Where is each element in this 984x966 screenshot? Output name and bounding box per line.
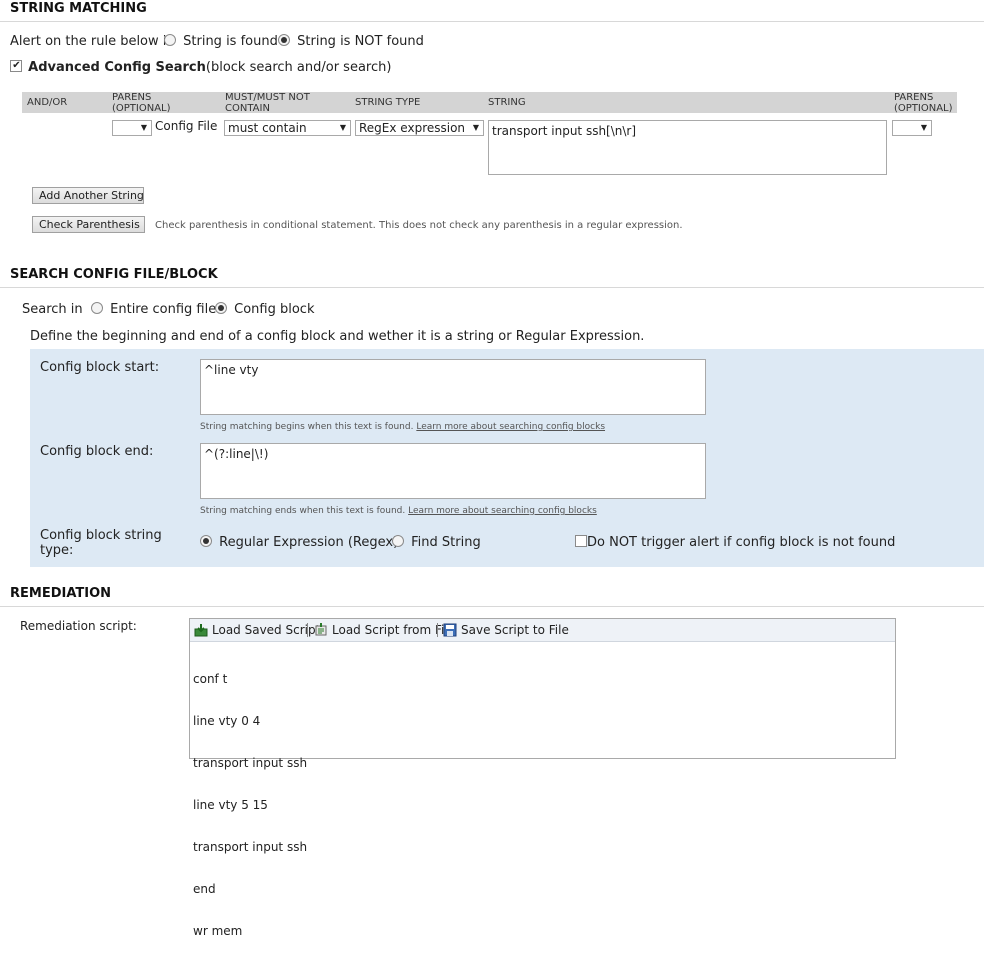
save-script-to-file-button[interactable]: Save Script to File — [443, 622, 569, 638]
learn-more-config-blocks-link[interactable]: Learn more about searching config blocks — [416, 422, 605, 432]
radio-entire-config-label: Entire config file — [110, 302, 217, 317]
col-header-parens-open-optional: (OPTIONAL) — [112, 103, 171, 114]
config-block-end-label: Config block end: — [40, 444, 154, 459]
config-block-type-label-line1: Config block string — [40, 528, 162, 543]
chevron-down-icon: ▼ — [920, 123, 927, 132]
advanced-config-search-suffix: (block search and/or search) — [205, 60, 392, 75]
add-another-string-button[interactable]: Add Another String — [32, 187, 144, 204]
radio-regex-label: Regular Expression (Regex) — [219, 535, 399, 550]
script-line: end — [193, 882, 216, 896]
radio-find-string-control[interactable] — [392, 535, 404, 547]
remediation-editor: Load Saved Script Load Script from File … — [189, 618, 896, 938]
col-header-parens-close: PARENS — [894, 92, 934, 103]
section-heading-remediation: REMEDIATION — [0, 585, 984, 607]
learn-more-config-blocks-link[interactable]: Learn more about searching config blocks — [408, 506, 597, 516]
col-header-string: STRING — [488, 97, 526, 108]
radio-string-not-found-control[interactable] — [278, 34, 290, 46]
radio-string-found-control[interactable] — [164, 34, 176, 46]
toolbar-divider — [307, 623, 308, 637]
open-paren-select[interactable]: ▼ — [112, 120, 152, 136]
radio-regex[interactable]: Regular Expression (Regex) — [200, 535, 398, 550]
script-line: wr mem — [193, 924, 243, 938]
config-block-description: Define the beginning and end of a config… — [30, 329, 645, 344]
section-heading-string-matching: STRING MATCHING — [0, 0, 984, 22]
config-block-start-hint: String matching begins when this text is… — [200, 422, 606, 432]
radio-entire-config[interactable]: Entire config file — [91, 302, 216, 317]
radio-config-block[interactable]: Config block — [215, 302, 314, 317]
chevron-down-icon: ▼ — [472, 123, 479, 132]
col-header-parens-close-optional: (OPTIONAL) — [894, 103, 953, 114]
col-header-andor: AND/OR — [27, 97, 68, 108]
string-textarea[interactable]: transport input ssh[\n\r] — [488, 120, 887, 175]
must-contain-select[interactable]: must contain ▼ — [224, 120, 351, 136]
radio-find-string[interactable]: Find String — [392, 535, 481, 550]
advanced-config-search-checkbox-row[interactable]: Advanced Config Search(block search and/… — [10, 60, 391, 75]
check-parenthesis-button[interactable]: Check Parenthesis — [32, 216, 145, 233]
col-header-parens-open: PARENS — [112, 92, 152, 103]
config-block-end-hint: String matching ends when this text is f… — [200, 506, 597, 516]
script-line: line vty 0 4 — [193, 714, 261, 728]
check-parenthesis-hint: Check parenthesis in conditional stateme… — [155, 220, 683, 231]
remediation-toolbar: Load Saved Script Load Script from File … — [190, 619, 895, 642]
script-line: transport input ssh — [193, 756, 308, 770]
radio-regex-control[interactable] — [200, 535, 212, 547]
search-in-label: Search in — [22, 302, 83, 317]
script-line: line vty 5 15 — [193, 798, 268, 812]
close-paren-select[interactable]: ▼ — [892, 120, 932, 136]
source-config-file-label: Config File — [155, 119, 218, 133]
script-line: transport input ssh — [193, 840, 308, 854]
no-trigger-checkbox[interactable] — [575, 535, 587, 547]
load-file-icon — [315, 623, 327, 636]
load-script-from-file-button[interactable]: Load Script from File — [314, 622, 455, 638]
script-line: conf t — [193, 672, 228, 686]
radio-string-not-found-label: String is NOT found — [297, 34, 424, 49]
remediation-script-label: Remediation script: — [20, 619, 137, 633]
config-block-type-label-line2: type: — [40, 543, 74, 558]
alert-prefix-label: Alert on the rule below if — [10, 34, 171, 49]
config-block-end-textarea[interactable]: ^(?:line|\!) — [200, 443, 706, 499]
radio-find-string-label: Find String — [411, 535, 481, 550]
chevron-down-icon: ▼ — [339, 123, 346, 132]
section-heading-search-config: SEARCH CONFIG FILE/BLOCK — [0, 266, 984, 288]
radio-string-not-found[interactable]: String is NOT found — [278, 34, 424, 49]
radio-string-found-label: String is found — [183, 34, 278, 49]
advanced-config-search-checkbox[interactable] — [10, 60, 22, 72]
string-type-select[interactable]: RegEx expression ▼ — [355, 120, 484, 136]
remediation-script-textarea[interactable]: conf t line vty 0 4 transport input ssh … — [193, 644, 307, 966]
no-trigger-checkbox-row[interactable]: Do NOT trigger alert if config block is … — [575, 535, 895, 550]
load-saved-script-button[interactable]: Load Saved Script — [194, 622, 320, 638]
chevron-down-icon: ▼ — [140, 123, 147, 132]
config-block-start-textarea[interactable]: ^line vty — [200, 359, 706, 415]
save-icon — [443, 623, 457, 637]
radio-config-block-control[interactable] — [215, 302, 227, 314]
radio-entire-config-control[interactable] — [91, 302, 103, 314]
radio-config-block-label: Config block — [234, 302, 315, 317]
config-block-start-label: Config block start: — [40, 360, 160, 375]
no-trigger-label: Do NOT trigger alert if config block is … — [587, 535, 896, 550]
advanced-config-search-label: Advanced Config Search — [28, 60, 206, 75]
col-header-string-type: STRING TYPE — [355, 97, 421, 108]
toolbar-divider — [437, 623, 438, 637]
load-saved-icon — [194, 624, 208, 637]
col-header-must: MUST/MUST NOT — [225, 92, 310, 103]
radio-string-found[interactable]: String is found — [164, 34, 278, 49]
col-header-must-contain: CONTAIN — [225, 103, 270, 114]
